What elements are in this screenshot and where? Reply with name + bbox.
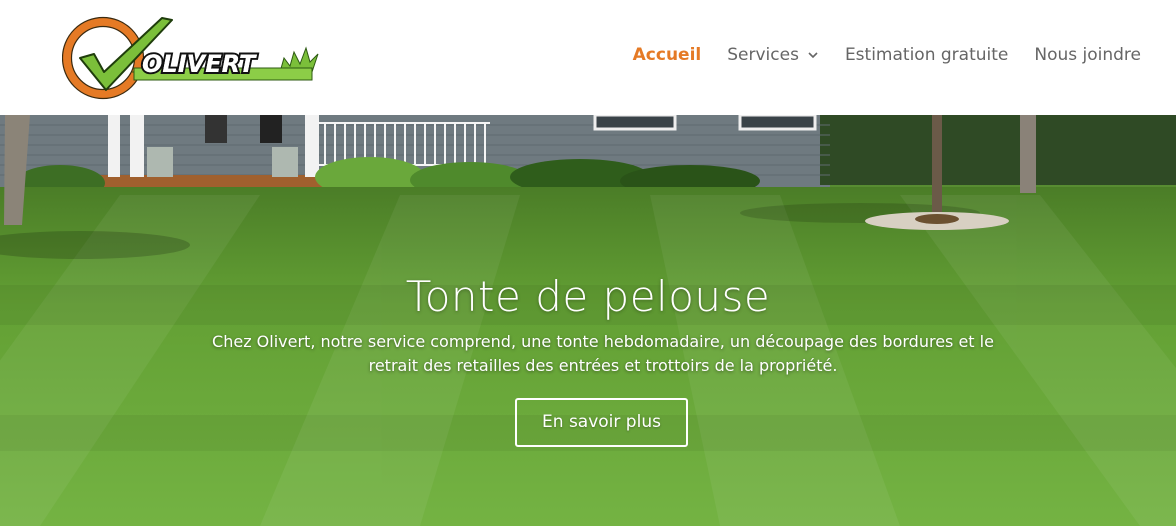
olivert-logo[interactable]: OLIVERT OLIVERT (62, 14, 324, 102)
hero-description: Chez Olivert, notre service comprend, un… (180, 330, 1026, 378)
nav-item-label: Services (727, 45, 799, 65)
hero-section: Tonte de pelouse Chez Olivert, notre ser… (0, 115, 1176, 526)
hero-description-line-2: retrait des retailles des entrées et tro… (368, 356, 838, 375)
hero-title: Tonte de pelouse (405, 272, 771, 321)
nav-item-nous-joindre[interactable]: Nous joindre (1034, 45, 1141, 65)
chevron-down-icon (808, 52, 818, 59)
site-header: OLIVERT OLIVERT Accueil Services Estimat… (0, 0, 1176, 115)
svg-text:OLIVERT: OLIVERT (142, 50, 257, 78)
hero-description-line-1: Chez Olivert, notre service comprend, un… (212, 332, 994, 351)
nav-item-label: Nous joindre (1034, 45, 1141, 65)
nav-item-estimation[interactable]: Estimation gratuite (845, 45, 1008, 65)
nav-item-services[interactable]: Services (727, 45, 819, 65)
hero-content: Tonte de pelouse Chez Olivert, notre ser… (0, 115, 1176, 526)
nav-item-accueil[interactable]: Accueil (633, 45, 702, 65)
nav-item-label: Accueil (632, 45, 702, 65)
nav-item-label: Estimation gratuite (844, 45, 1009, 65)
learn-more-button[interactable]: En savoir plus (515, 398, 688, 447)
main-nav: Accueil Services Estimation gratuite Nou… (607, 45, 1141, 65)
